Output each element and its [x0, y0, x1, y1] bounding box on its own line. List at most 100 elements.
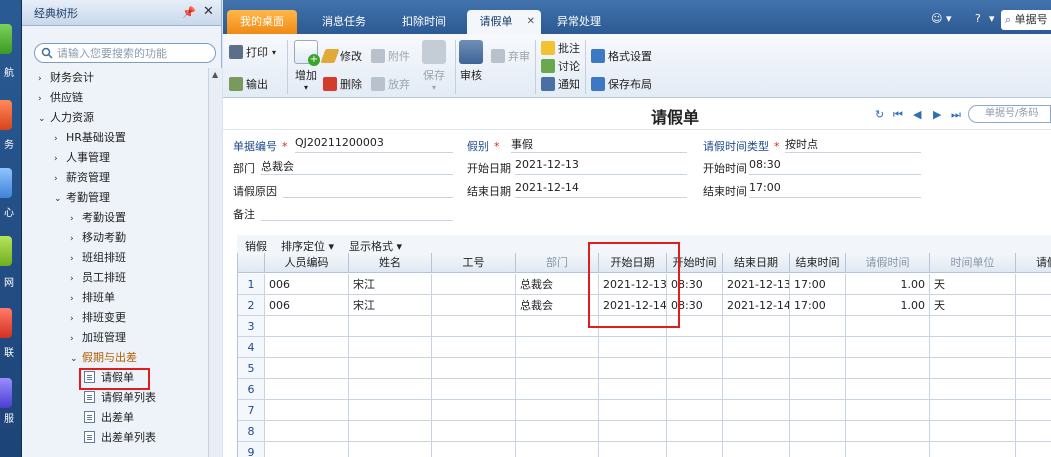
leave-type-field[interactable]: 事假 [511, 136, 687, 153]
grid-cell[interactable] [432, 358, 516, 379]
save-layout-button[interactable]: 保存布局 [591, 76, 652, 92]
grid-cell[interactable] [432, 379, 516, 400]
grid-cell[interactable] [1016, 295, 1051, 316]
delete-button[interactable]: 删除 [323, 76, 362, 92]
grid-cell[interactable] [265, 358, 349, 379]
reason-field[interactable] [283, 181, 453, 198]
prev-record-icon[interactable]: ◀ [913, 108, 921, 121]
tree-item-group-shift[interactable]: › 班组排班 [70, 248, 126, 268]
grid-cell[interactable] [846, 400, 930, 421]
notify-button[interactable]: 通知 [541, 76, 580, 92]
grid-cell[interactable] [930, 337, 1016, 358]
grid-cell[interactable] [1016, 316, 1051, 337]
tree-item-attendance[interactable]: ⌄ 考勤管理 [54, 188, 110, 208]
grid-cell[interactable]: 总裁会 [516, 295, 599, 316]
grid-cell[interactable] [1016, 442, 1051, 457]
grid-cell[interactable] [790, 337, 846, 358]
grid-cell[interactable] [723, 379, 790, 400]
tree-item-attendance-settings[interactable]: › 考勤设置 [70, 208, 126, 228]
grid-cell[interactable] [1016, 274, 1051, 295]
grid-cell[interactable] [667, 379, 723, 400]
grid-cell[interactable] [265, 379, 349, 400]
tree-item-finance[interactable]: › 财务会计 [38, 68, 94, 88]
tree-item-overtime[interactable]: › 加班管理 [70, 328, 126, 348]
row-number[interactable]: 6 [238, 379, 265, 400]
grid-cell[interactable] [432, 316, 516, 337]
grid-cell[interactable] [930, 358, 1016, 379]
grid-cell[interactable]: 1.00 [846, 274, 930, 295]
comment-button[interactable]: 批注 [541, 40, 580, 56]
dept-field[interactable]: 总裁会 [261, 158, 453, 175]
tree-search-input[interactable]: 请输入您要搜索的功能 [34, 43, 216, 63]
col-header[interactable]: 时间单位 [930, 253, 1016, 273]
tree-item-hr[interactable]: ⌄ 人力资源 [38, 108, 94, 128]
pin-icon[interactable]: 📌 [182, 6, 196, 19]
tree-item-employee-shift[interactable]: › 员工排班 [70, 268, 126, 288]
tab-close-icon[interactable]: ✕ [527, 10, 535, 34]
tree-item-trip-list[interactable]: 出差单列表 [84, 428, 156, 448]
grid-cell[interactable] [349, 442, 432, 457]
tree-item-supply-chain[interactable]: › 供应链 [38, 88, 83, 108]
grid-cell[interactable] [723, 337, 790, 358]
format-settings-button[interactable]: 格式设置 [591, 48, 652, 64]
grid-cell[interactable]: 2021-12-14 [723, 295, 790, 316]
tab-deduct-time[interactable]: 扣除时间 [389, 10, 459, 34]
grid-cell[interactable] [790, 400, 846, 421]
grid-cell[interactable] [667, 421, 723, 442]
col-header[interactable]: 部门 [516, 253, 599, 273]
grid-cell[interactable]: 1.00 [846, 295, 930, 316]
grid-cell[interactable]: 总裁会 [516, 274, 599, 295]
grid-cell[interactable] [1016, 379, 1051, 400]
grid-cell[interactable] [790, 358, 846, 379]
app-icon-purple[interactable] [0, 378, 12, 408]
grid-cell[interactable] [667, 358, 723, 379]
attach-button[interactable]: 附件 [371, 48, 410, 64]
grid-cell[interactable] [723, 316, 790, 337]
cancel-leave-button[interactable]: 销假 [245, 238, 267, 254]
grid-cell[interactable] [1016, 337, 1051, 358]
tab-messages[interactable]: 消息任务 [309, 10, 379, 34]
grid-cell[interactable] [846, 379, 930, 400]
top-search-input[interactable]: ⌕ 单据号 [1001, 10, 1051, 30]
grid-cell[interactable] [723, 442, 790, 457]
grid-cell[interactable] [516, 442, 599, 457]
start-time-field[interactable]: 08:30 [749, 158, 921, 175]
grid-cell[interactable] [930, 379, 1016, 400]
grid-cell[interactable] [349, 400, 432, 421]
output-button[interactable]: 输出 [229, 76, 268, 92]
tree-item-trip-form[interactable]: 出差单 [84, 408, 134, 428]
print-button[interactable]: 打印 ▾ [229, 44, 276, 60]
grid-cell[interactable] [516, 421, 599, 442]
tree-item-shift-sheet[interactable]: › 排班单 [70, 288, 115, 308]
app-icon-red2[interactable] [0, 308, 12, 338]
grid-cell[interactable]: 17:00 [790, 274, 846, 295]
row-number[interactable]: 5 [238, 358, 265, 379]
grid-cell[interactable] [790, 379, 846, 400]
app-icon-lime[interactable] [0, 236, 12, 266]
grid-cell[interactable] [432, 295, 516, 316]
grid-cell[interactable] [846, 316, 930, 337]
row-number[interactable]: 3 [238, 316, 265, 337]
row-number[interactable]: 4 [238, 337, 265, 358]
grid-cell[interactable] [265, 400, 349, 421]
grid-cell[interactable] [723, 400, 790, 421]
remark-field[interactable] [261, 204, 453, 221]
scroll-up-icon[interactable]: ▲ [212, 70, 218, 79]
tree-item-salary[interactable]: › 薪资管理 [54, 168, 110, 188]
col-header[interactable]: 姓名 [349, 253, 432, 273]
tab-leave-form[interactable]: 请假单 ✕ [467, 10, 541, 34]
grid-cell[interactable] [432, 421, 516, 442]
smiley-icon[interactable]: ☺ ▾ [931, 12, 952, 25]
help-icon[interactable]: ? [975, 12, 981, 25]
grid-cell[interactable] [599, 358, 667, 379]
col-header[interactable]: 请假 [1016, 253, 1051, 273]
row-number[interactable]: 8 [238, 421, 265, 442]
grid-cell[interactable] [930, 442, 1016, 457]
grid-cell[interactable] [516, 379, 599, 400]
time-type-field[interactable]: 按时点 [785, 136, 921, 153]
last-record-icon[interactable]: ⏭ [951, 108, 961, 122]
modify-button[interactable]: 修改 [320, 48, 362, 64]
app-icon-blue[interactable] [0, 168, 12, 198]
col-header[interactable]: 工号 [432, 253, 516, 273]
grid-cell[interactable]: 天 [930, 274, 1016, 295]
